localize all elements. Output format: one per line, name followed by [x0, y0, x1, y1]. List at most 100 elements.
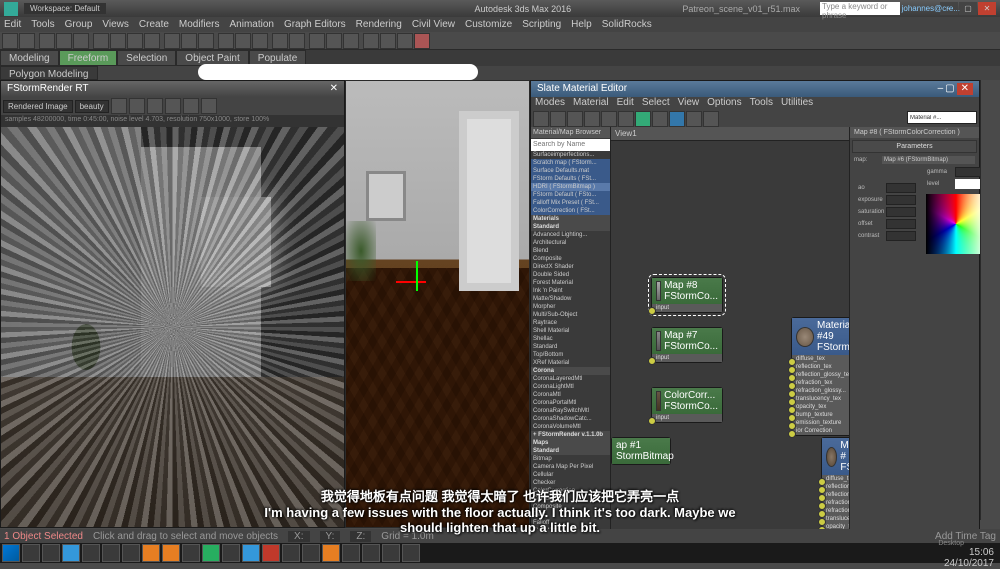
param-section[interactable]: Parameters [852, 140, 977, 153]
scale-button[interactable] [198, 33, 214, 49]
slate-options-button[interactable] [686, 111, 702, 127]
slate-show-button[interactable] [635, 111, 651, 127]
mb-item[interactable]: Standard [531, 343, 610, 351]
percent-snap-button[interactable] [252, 33, 268, 49]
move-button[interactable] [164, 33, 180, 49]
task-app-icon[interactable] [322, 544, 340, 562]
mb-item[interactable]: Architectural [531, 239, 610, 247]
search-field[interactable] [198, 64, 478, 80]
mb-category[interactable]: Standard [531, 447, 610, 455]
task-app-icon[interactable] [122, 544, 140, 562]
task-explorer-icon[interactable] [42, 544, 60, 562]
mb-item[interactable]: Multi/Sub-Object [531, 311, 610, 319]
fstorm-rendered-dropdown[interactable]: Rendered Image [3, 100, 73, 113]
menu-customize[interactable]: Customize [465, 19, 512, 30]
task-app-icon[interactable] [302, 544, 320, 562]
slate-preview-button[interactable] [669, 111, 685, 127]
tab-selection[interactable]: Selection [117, 50, 176, 66]
mb-item[interactable]: HDRI ( FStormBitmap ) [531, 183, 610, 191]
mb-item[interactable]: Surface Defaults.mat [531, 167, 610, 175]
mb-item[interactable]: CoronaPortalMtl [531, 399, 610, 407]
node-map8[interactable]: Map #8FStormCo... input [651, 277, 723, 313]
slate-move-button[interactable] [601, 111, 617, 127]
slate-menu-tools[interactable]: Tools [750, 97, 773, 111]
close-button[interactable]: ✕ [978, 2, 996, 15]
fstorm-zoom-button[interactable] [165, 98, 181, 114]
perspective-viewport[interactable] [345, 80, 530, 528]
menu-group[interactable]: Group [65, 19, 93, 30]
fstorm-copy-button[interactable] [129, 98, 145, 114]
command-panel[interactable] [980, 80, 1000, 520]
slate-delete-button[interactable] [584, 111, 600, 127]
workspace-dropdown[interactable]: Workspace: Default [24, 3, 106, 14]
menu-grapheditors[interactable]: Graph Editors [284, 19, 346, 30]
menu-animation[interactable]: Animation [229, 19, 273, 30]
start-button[interactable] [2, 544, 20, 562]
select-region-button[interactable] [127, 33, 143, 49]
mb-item[interactable]: Advanced Lighting... [531, 231, 610, 239]
node-map7[interactable]: Map #7FStormCo... input [651, 327, 723, 363]
node-materialx[interactable]: Material #FStorm diffuse_tex reflection_… [821, 437, 849, 541]
mb-category[interactable]: Corona [531, 367, 610, 375]
slate-assign-button[interactable] [567, 111, 583, 127]
mb-item[interactable]: Cellular [531, 471, 610, 479]
transform-gizmo[interactable] [396, 261, 436, 301]
fstorm-titlebar[interactable]: FStormRender RT ✕ [1, 81, 344, 97]
slate-material-dropdown[interactable] [907, 111, 977, 124]
select-name-button[interactable] [110, 33, 126, 49]
mb-item[interactable]: FStorm Default ( FSto... [531, 191, 610, 199]
menu-rendering[interactable]: Rendering [356, 19, 402, 30]
bind-button[interactable] [73, 33, 89, 49]
task-search-icon[interactable] [22, 544, 40, 562]
mb-item[interactable]: Raytrace [531, 319, 610, 327]
mb-item[interactable]: CoronaVolumeMtl [531, 423, 610, 431]
slate-menu-material[interactable]: Material [573, 97, 609, 111]
angle-snap-button[interactable] [235, 33, 251, 49]
node-canvas[interactable]: View1 Map #8FStormCo... input [611, 127, 849, 541]
task-app-icon[interactable] [362, 544, 380, 562]
fstorm-close-icon[interactable]: ✕ [330, 83, 338, 95]
menu-create[interactable]: Create [139, 19, 169, 30]
task-app-icon[interactable] [82, 544, 100, 562]
param-map-button[interactable]: Map #6 (FStormBitmap) [882, 156, 975, 164]
mb-item[interactable]: Composite [531, 255, 610, 263]
link-button[interactable] [39, 33, 55, 49]
node-map1[interactable]: ap #1StormBitmap [611, 437, 671, 465]
task-skype-icon[interactable] [62, 544, 80, 562]
select-button[interactable] [93, 33, 109, 49]
render-viewport[interactable] [1, 127, 344, 527]
material-editor-button[interactable] [363, 33, 379, 49]
node-material49[interactable]: Material #49FStorm diffuse_tex reflectio… [791, 317, 849, 436]
mb-item[interactable]: Blend [531, 247, 610, 255]
mb-search-input[interactable] [531, 139, 610, 151]
snap-button[interactable] [218, 33, 234, 49]
slate-menu-modes[interactable]: Modes [535, 97, 565, 111]
param-ao-input[interactable] [886, 183, 916, 193]
task-app-icon[interactable] [222, 544, 240, 562]
param-saturation-input[interactable] [886, 207, 916, 217]
mb-item[interactable]: Camera Map Per Pixel [531, 463, 610, 471]
slate-maximize-icon[interactable]: ▢ [945, 83, 954, 95]
mb-item[interactable]: CoronaLightMtl [531, 383, 610, 391]
mb-item[interactable]: CoronaRaySwitchMtl [531, 407, 610, 415]
task-app-icon[interactable] [142, 544, 160, 562]
slate-minimize-icon[interactable]: – [938, 83, 944, 95]
unlink-button[interactable] [56, 33, 72, 49]
tab-polymodeling[interactable]: Polygon Modeling [0, 66, 98, 80]
task-app-icon[interactable] [382, 544, 400, 562]
slate-pick-button[interactable] [533, 111, 549, 127]
task-3dsmax-icon[interactable] [202, 544, 220, 562]
mb-item[interactable]: Bitmap [531, 455, 610, 463]
view-tab[interactable]: View1 [611, 127, 849, 141]
render-frame-button[interactable] [397, 33, 413, 49]
mb-item[interactable]: Scratch map ( FStorm... [531, 159, 610, 167]
render-setup-button[interactable] [380, 33, 396, 49]
mb-item[interactable]: Falloff Mix Preset ( FSt... [531, 199, 610, 207]
undo-button[interactable] [2, 33, 18, 49]
mb-item[interactable]: Matte/Shadow [531, 295, 610, 303]
menu-civilview[interactable]: Civil View [412, 19, 455, 30]
mb-item[interactable]: Forest Material [531, 279, 610, 287]
menu-tools[interactable]: Tools [31, 19, 54, 30]
mb-item[interactable]: CoronaLayeredMtl [531, 375, 610, 383]
task-app-icon[interactable] [242, 544, 260, 562]
